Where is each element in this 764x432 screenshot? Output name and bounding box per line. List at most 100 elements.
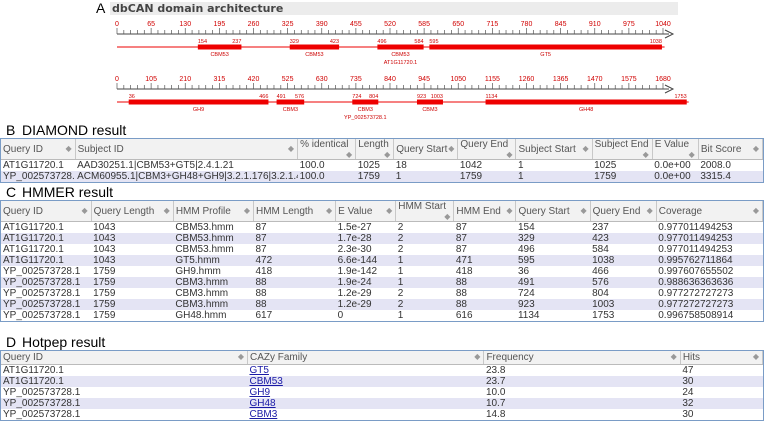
table-cell: 23.7: [483, 376, 681, 387]
table-cell: 0.977272727273: [656, 288, 763, 299]
sort-icon[interactable]: ◆: [689, 150, 696, 159]
column-header[interactable]: E Value ◆: [652, 139, 699, 160]
sort-icon[interactable]: ◆: [647, 206, 654, 215]
seq2-domain-name: CBM3: [283, 107, 298, 113]
table-cell: 237: [590, 221, 657, 233]
sort-icon[interactable]: ◆: [474, 352, 481, 361]
table-cell: YP_002573728.1: [1, 398, 248, 409]
seq1-domain-end: 423: [330, 39, 339, 45]
sort-icon[interactable]: ◆: [386, 206, 393, 215]
seq1-tick-label: 65: [147, 21, 155, 28]
column-header[interactable]: E Value ◆: [335, 201, 397, 222]
column-header[interactable]: Coverage ◆: [656, 201, 764, 222]
sort-icon[interactable]: ◆: [753, 144, 760, 153]
column-header[interactable]: Bit Score ◆: [698, 139, 764, 160]
sort-icon[interactable]: ◆: [448, 144, 455, 153]
sort-icon[interactable]: ◆: [580, 206, 587, 215]
seq1-tick-label: 845: [555, 21, 567, 28]
table-cell: 1759: [592, 171, 653, 182]
table-cell: YP_002573728.1: [1, 299, 92, 310]
table-cell: 1759: [91, 288, 174, 299]
column-header[interactable]: Query Start ◆: [393, 139, 459, 160]
table-cell: 18: [393, 159, 458, 171]
seq2-domain-name: GH48: [579, 107, 593, 113]
column-header[interactable]: HMM Length ◆: [253, 201, 337, 222]
diamond-result-table: Query ID ◆ Subject ID ◆% identical ◆ Length ◆ Q…: [0, 138, 764, 183]
table-row: AT1G11720.1 CBM53 23.7 30: [1, 376, 763, 387]
column-header[interactable]: HMM Profile ◆: [173, 201, 254, 222]
sort-icon[interactable]: ◆: [82, 206, 89, 215]
table-cell: 617: [253, 310, 336, 321]
table-cell: GT5.hmm: [173, 255, 254, 266]
column-header[interactable]: % identical ◆: [297, 139, 357, 160]
seq1-tick-label: 780: [521, 21, 533, 28]
table-cell: 0.995762711864: [656, 255, 763, 266]
seq1-domain-bar: [197, 44, 242, 50]
column-header[interactable]: Query End ◆: [590, 201, 657, 222]
column-header-label: Subject End: [594, 139, 649, 150]
sort-icon[interactable]: ◆: [164, 206, 171, 215]
sort-icon[interactable]: ◆: [671, 352, 678, 361]
cazy-family-link[interactable]: CBM53: [249, 376, 282, 387]
sort-icon[interactable]: ◆: [753, 206, 760, 215]
domain-architecture-diagram: 0 65 130 195 260 325 390 455 520 585 650 715 780 845 9…: [115, 21, 689, 121]
cazy-family-link[interactable]: CBM3: [249, 409, 277, 420]
sort-icon[interactable]: ◆: [444, 212, 451, 221]
sort-icon[interactable]: ◆: [582, 144, 589, 153]
column-header[interactable]: CAZy Family ◆: [247, 351, 485, 365]
cazy-family-link[interactable]: GT5: [249, 365, 268, 376]
column-header[interactable]: Query Length ◆: [91, 201, 174, 222]
cazy-family-link[interactable]: GH9: [249, 387, 270, 398]
column-header[interactable]: Length ◆: [355, 139, 395, 160]
column-header[interactable]: Query ID ◆: [1, 351, 248, 365]
column-header[interactable]: Query ID ◆: [1, 201, 92, 222]
column-header-label: HMM End: [456, 205, 501, 217]
table-cell: 418: [453, 266, 516, 277]
table-cell: 1043: [91, 244, 174, 255]
column-header-label: Bit Score: [700, 143, 742, 155]
column-header-label: Query End: [460, 139, 509, 150]
seq2-domain-start: 724: [352, 94, 361, 100]
sort-icon[interactable]: ◆: [384, 150, 391, 159]
column-header-label: HMM Profile: [175, 205, 231, 217]
column-header[interactable]: Subject ID ◆: [75, 139, 299, 160]
table-cell: 0.0e+00: [652, 159, 699, 171]
table-cell: CBM3.hmm: [173, 299, 254, 310]
table-row: AT1G11720.1 1043 CBM53.hmm 87 1.5e-27 2 87 154 2…: [1, 221, 763, 233]
table-cell: 87: [253, 221, 336, 233]
sort-icon[interactable]: ◆: [506, 206, 513, 215]
table-cell: 88: [253, 288, 336, 299]
sort-icon[interactable]: ◆: [753, 352, 760, 361]
column-header[interactable]: Subject Start ◆: [515, 139, 593, 160]
table-cell: CBM3: [247, 409, 484, 420]
seq2-tick-label: 210: [179, 76, 191, 83]
seq1-domain-end: 1038: [650, 39, 662, 45]
seq1-domain-start: 595: [429, 39, 438, 45]
seq1-domain-bar: [377, 44, 424, 50]
sort-icon[interactable]: ◆: [238, 352, 245, 361]
table-cell: 10.7: [483, 398, 681, 409]
column-header[interactable]: HMM End ◆: [453, 201, 517, 222]
seq1-tick-label: 910: [589, 21, 601, 28]
table-cell: 616: [453, 310, 516, 321]
sort-icon[interactable]: ◆: [65, 144, 72, 153]
column-header[interactable]: Frequency ◆: [483, 351, 681, 365]
column-header[interactable]: Query End ◆: [457, 139, 517, 160]
column-header[interactable]: Hits ◆: [680, 351, 764, 365]
column-header[interactable]: Subject End ◆: [592, 139, 653, 160]
cazy-family-link[interactable]: GH48: [249, 398, 275, 409]
sort-icon[interactable]: ◆: [643, 150, 650, 159]
sort-icon[interactable]: ◆: [288, 144, 295, 153]
sort-icon[interactable]: ◆: [506, 150, 513, 159]
seq2-domain-start: 491: [277, 94, 286, 100]
table-cell: CBM53.hmm: [173, 244, 254, 255]
sort-icon[interactable]: ◆: [326, 206, 333, 215]
seq2-tick-label: 945: [418, 76, 430, 83]
column-header[interactable]: Query Start ◆: [515, 201, 591, 222]
sort-icon[interactable]: ◆: [244, 206, 251, 215]
table-cell: YP_002573728.1: [1, 171, 76, 182]
table-cell: 923: [515, 299, 591, 310]
column-header[interactable]: Query ID ◆: [1, 139, 76, 160]
column-header[interactable]: HMM Start ◆: [395, 201, 455, 222]
sort-icon[interactable]: ◆: [346, 150, 353, 159]
